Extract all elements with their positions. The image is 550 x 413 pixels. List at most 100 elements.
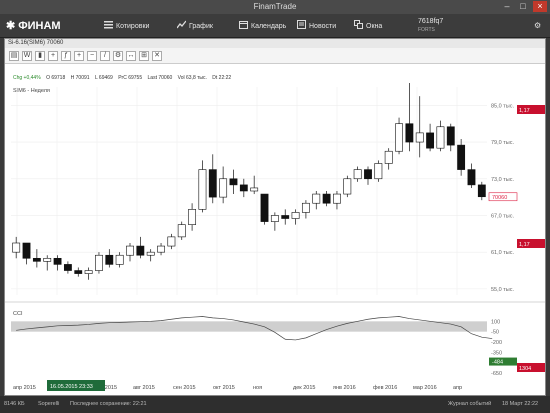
- osc-tick-label: -200: [491, 340, 502, 346]
- bar-type-icon[interactable]: ▮: [35, 51, 45, 61]
- settings-icon[interactable]: ⚙: [534, 21, 543, 30]
- quote-time: Dt 22:22: [212, 75, 232, 81]
- cci-chart[interactable]: CCI100-50-200-350-500-650-4841304: [5, 307, 545, 377]
- toolbar-chart[interactable]: График: [177, 20, 213, 32]
- quote-open: O 69718: [46, 75, 66, 81]
- quote-volume: Vol 63,8 тыс.: [177, 75, 207, 81]
- candle-body: [260, 193, 269, 222]
- candle-body: [467, 169, 476, 186]
- news-icon: [297, 20, 306, 29]
- price-tick-label: 61,0 тыс.: [491, 250, 514, 256]
- close-button[interactable]: ×: [533, 1, 547, 12]
- candle-body: [115, 254, 124, 265]
- layout-icon[interactable]: ⊞: [139, 51, 149, 61]
- calendar-icon: [239, 21, 248, 29]
- date-tick-label: дек 2015: [293, 385, 315, 391]
- osc-label: CCI: [13, 311, 23, 317]
- candle-body: [136, 245, 145, 256]
- balance-value: 7618fq7: [418, 18, 444, 25]
- crosshair-icon[interactable]: +: [48, 51, 58, 61]
- delete-icon[interactable]: ✕: [152, 51, 162, 61]
- osc-tick-label: -350: [491, 350, 502, 356]
- candle-body: [63, 264, 72, 271]
- candle-body: [457, 144, 466, 170]
- memory-status: 8146 КБ: [4, 401, 25, 407]
- series-label: SIM6 - Неделя: [13, 88, 50, 94]
- zoom-out-icon[interactable]: −: [87, 51, 97, 61]
- candle-body: [229, 178, 238, 186]
- candle-body: [374, 163, 383, 180]
- candle-body: [208, 169, 217, 198]
- candle-body: [301, 202, 310, 213]
- quote-prev-close: PrC 69755: [118, 75, 143, 81]
- candle-body: [157, 245, 165, 253]
- candle-body: [343, 178, 352, 195]
- date-tick-label: апр: [453, 385, 462, 391]
- cursor-date-label: 16.05.2015 23:33: [50, 384, 93, 390]
- window-title: FinamTrade: [253, 2, 297, 11]
- candle-body: [270, 215, 279, 222]
- minimize-button[interactable]: –: [500, 1, 514, 12]
- finamtrade-app: FinamTrade – □ × ✱ ФИНАМ Котировки График…: [0, 0, 550, 413]
- candle-body: [32, 257, 41, 262]
- date-tick-label: ноя: [253, 385, 262, 391]
- chart-icon: [177, 20, 186, 29]
- price-tick-label: 85,0 тыс.: [491, 103, 514, 109]
- balance-market: FORTS: [418, 27, 435, 33]
- chart-settings-icon[interactable]: ⚙: [113, 51, 123, 61]
- price-tick-label: 79,0 тыс.: [491, 140, 514, 146]
- date-tick-label: сен 2015: [173, 385, 196, 391]
- candle-body: [219, 178, 228, 198]
- side-tag-bottom-label: 1304: [519, 366, 531, 372]
- candle-body: [146, 251, 155, 256]
- maximize-button[interactable]: □: [516, 1, 530, 12]
- candle-body: [291, 212, 300, 219]
- quote-low: L 69469: [94, 75, 113, 81]
- candle-body: [22, 242, 31, 259]
- side-tag-mid-label: 1,17: [519, 242, 530, 248]
- candle-body: [188, 209, 197, 225]
- candle-body: [312, 193, 321, 204]
- toolbar-windows[interactable]: Окна: [354, 20, 382, 32]
- osc-tick-label: -50: [491, 330, 499, 336]
- candle-body: [12, 242, 21, 253]
- quote-change: Chg +0,44%: [13, 75, 41, 81]
- candle-body: [198, 169, 207, 210]
- draw-line-icon[interactable]: /: [100, 51, 110, 61]
- candle-body: [426, 132, 435, 149]
- date-tick-label: окт 2015: [213, 385, 235, 391]
- candle-body: [105, 254, 114, 265]
- timeframe-icon[interactable]: W: [22, 51, 32, 61]
- toolbar-quotes[interactable]: Котировки: [104, 20, 149, 32]
- candle-body: [95, 254, 103, 271]
- date-tick-label: мар 2016: [413, 385, 437, 391]
- date-tick-label: апр 2015: [13, 385, 36, 391]
- toolbar-news[interactable]: Новости: [297, 20, 336, 32]
- title-bar: FinamTrade – □ ×: [0, 0, 550, 14]
- zoom-in-icon[interactable]: +: [74, 51, 84, 61]
- last-price-label: 70060: [492, 195, 507, 201]
- quote-last: Last 70060: [147, 75, 173, 81]
- candle-body: [415, 132, 424, 143]
- candle-body: [84, 270, 93, 274]
- price-tick-label: 67,0 тыс.: [491, 213, 514, 219]
- candle-body: [177, 224, 186, 238]
- candle-body: [333, 193, 341, 204]
- candle-body: [353, 169, 362, 180]
- side-tag-top-label: 1,17: [519, 108, 530, 114]
- event-log-link[interactable]: Журнал событий: [448, 401, 491, 407]
- candle-body: [364, 169, 372, 180]
- candle-body: [43, 257, 52, 262]
- windows-icon: [354, 20, 363, 29]
- osc-value-label: -484: [492, 360, 503, 366]
- candle-body: [405, 123, 414, 143]
- profile-status: Soperelli: [38, 401, 60, 407]
- toolbar-calendar[interactable]: Календарь: [239, 20, 286, 32]
- candle-body: [395, 123, 403, 152]
- price-chart[interactable]: SIM6 - Неделя 85,0 тыс. 79,0 тыс. 73,0 тыс.…: [5, 83, 545, 303]
- chart-style-icon[interactable]: ▤: [9, 51, 19, 61]
- fit-icon[interactable]: ↔: [126, 51, 136, 61]
- osc-tick-label: 100: [491, 319, 500, 325]
- indicator-icon[interactable]: ƒ: [61, 51, 71, 61]
- account-balance[interactable]: 7618fq7 FORTS: [418, 18, 443, 34]
